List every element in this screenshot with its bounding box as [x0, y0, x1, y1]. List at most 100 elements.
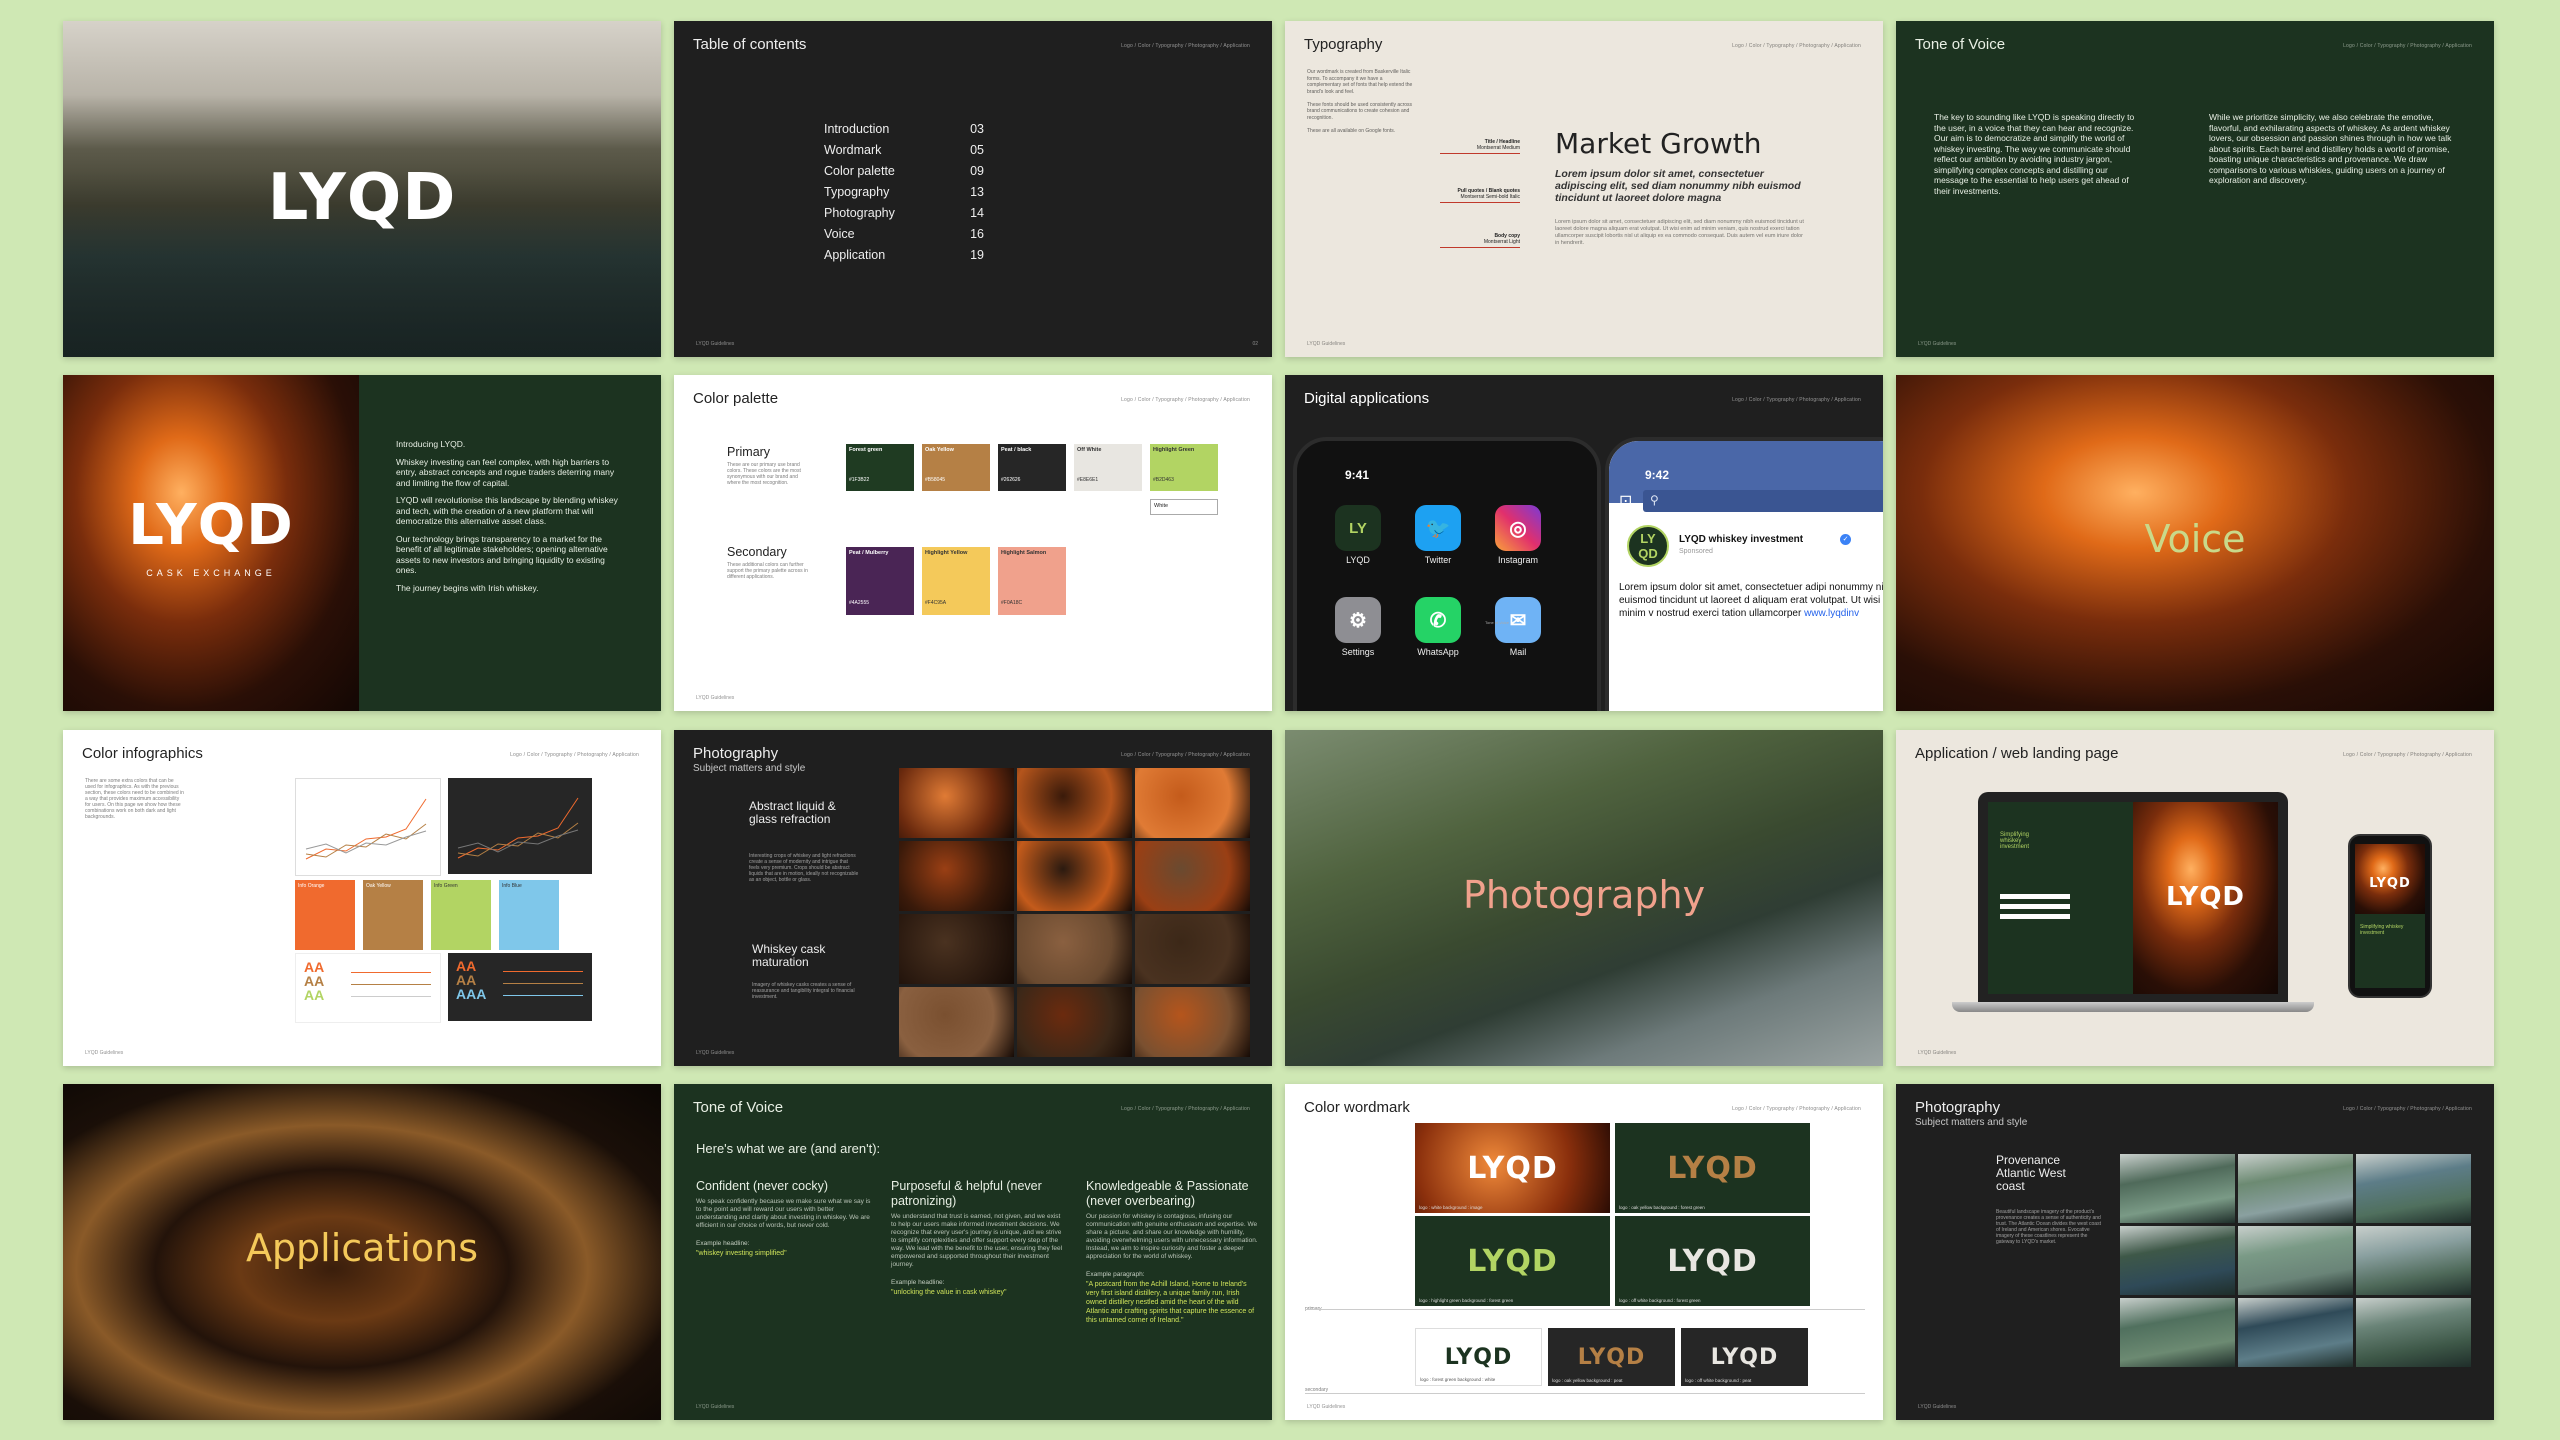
chip-name: Info Orange	[298, 883, 325, 889]
toc-item-page: 14	[970, 206, 984, 220]
slide-subtitle: Subject matters and style	[693, 763, 806, 774]
photo-tile	[1017, 768, 1132, 838]
toc-item-label: Photography	[824, 206, 895, 220]
slide-color-infographics[interactable]: Color infographics Logo / Color / Typogr…	[63, 730, 661, 1066]
toc-item-label: Color palette	[824, 164, 895, 178]
account-name[interactable]: LYQD whiskey investment	[1679, 534, 1803, 545]
slide-title: Color palette	[693, 390, 779, 407]
slide-title: Color infographics	[82, 745, 203, 762]
breadcrumb: Logo / Color / Typography / Photography …	[510, 752, 639, 758]
coast-photo-tile	[2120, 1154, 2235, 1223]
post-link[interactable]: www.lyqdinv	[1804, 608, 1859, 619]
breadcrumb: Logo / Color / Typography / Photography …	[1121, 752, 1250, 758]
avatar[interactable]: LY QD	[1627, 525, 1669, 567]
wordmark-variant: LYQD logo : oak yellow background : fores…	[1615, 1123, 1810, 1213]
toc-item-label: Voice	[824, 227, 855, 241]
slide-photography[interactable]: Photography	[1285, 730, 1883, 1066]
slide-voice[interactable]: Voice	[1896, 375, 2494, 711]
slide-title: Typography	[1304, 36, 1383, 53]
swatch-code: #B58045	[925, 477, 946, 483]
voice-column-heading: Knowledgeable & Passionate (never overbe…	[1086, 1179, 1249, 1208]
provenance-desc: Beautiful landscape imagery of the produ…	[1996, 1209, 2101, 1245]
voice-example: "unlocking the value in cask whiskey"	[891, 1289, 1007, 1296]
infographics-desc: There are some extra colors that can be …	[85, 778, 184, 820]
chip-name: Oak Yellow	[366, 883, 391, 889]
logo-tagline: CASK EXCHANGE	[146, 568, 276, 578]
breadcrumb: Logo / Color / Typography / Photography …	[1732, 397, 1861, 403]
info-chip: Info Green	[431, 880, 491, 950]
slide-web-landing[interactable]: Application / web landing page Logo / Co…	[1896, 730, 2494, 1066]
camera-icon[interactable]: ⊡	[1619, 491, 1632, 511]
photo-tile	[1135, 914, 1250, 984]
slide-tone-of-voice[interactable]: Tone of Voice Logo / Color / Typography …	[1896, 21, 2494, 357]
slide-title: Tone of Voice	[693, 1099, 784, 1116]
secondary-desc: These additional colors can further supp…	[727, 562, 808, 580]
app-label: WhatsApp	[1417, 647, 1459, 657]
subject-heading-2: Whiskey cask maturation	[752, 942, 826, 969]
subject-desc-2: Imagery of whiskey casks creates a sense…	[752, 982, 855, 1000]
wordmark-logo: LYQD	[1577, 1344, 1646, 1370]
swatch-name: Peat / Mulberry	[849, 550, 889, 556]
app-settings[interactable]: ⚙ Settings	[1332, 597, 1384, 657]
coast-photo-tile	[2238, 1226, 2353, 1295]
voice-heading: Here's what we are (and aren't):	[696, 1141, 881, 1156]
app-mail[interactable]: ✉ Mail	[1492, 597, 1544, 657]
app-label: Settings	[1341, 647, 1375, 657]
footer: LYQD Guidelines	[85, 1050, 124, 1056]
swatch-code: #B2D463	[1153, 477, 1174, 483]
intro-p1: Whiskey investing can feel complex, with…	[396, 456, 615, 488]
slide-typography[interactable]: Typography Logo / Color / Typography / P…	[1285, 21, 1883, 357]
photo-tile	[1017, 914, 1132, 984]
coast-photo-tile	[2356, 1226, 2471, 1295]
voice-column: Knowledgeable & Passionate (never overbe…	[1086, 1179, 1261, 1325]
slide-subtitle: Subject matters and style	[1915, 1117, 2028, 1128]
search-input[interactable]: ⚲	[1643, 490, 1883, 512]
breadcrumb: Logo / Color / Typography / Photography …	[1732, 1106, 1861, 1112]
subject-heading-1: Abstract liquid & glass refraction	[749, 799, 836, 826]
footer: LYQD Guidelines	[1918, 1404, 1957, 1410]
intro-p4: The journey begins with Irish whiskey.	[396, 582, 539, 593]
slide-color-wordmark[interactable]: Color wordmark Logo / Color / Typography…	[1285, 1084, 1883, 1420]
slide-photography-provenance[interactable]: Photography Subject matters and style Lo…	[1896, 1084, 2494, 1420]
swatch-name: Oak Yellow	[925, 447, 954, 453]
slide-color-palette[interactable]: Color palette Logo / Color / Typography …	[674, 375, 1272, 711]
breadcrumb: Logo / Color / Typography / Photography …	[1121, 1106, 1250, 1112]
slide-tone-of-voice-2[interactable]: Tone of Voice Logo / Color / Typography …	[674, 1084, 1272, 1420]
sample-headline: Market Growth	[1555, 127, 1762, 160]
coast-photo-tile	[2356, 1298, 2471, 1367]
info-chip: Info Blue	[499, 880, 559, 950]
subject-desc-1: Interesting crops of whiskey and light r…	[749, 853, 859, 883]
mobile-logo: LYQD	[2369, 876, 2411, 891]
slide-introduction[interactable]: LYQD CASK EXCHANGE Introducing LYQD. Whi…	[63, 375, 661, 711]
status-time-2: 9:42	[1645, 468, 1670, 482]
intro-text-2: These fonts should be used consistently …	[1307, 101, 1413, 121]
slide-table-of-contents[interactable]: Table of contents Logo / Color / Typogra…	[674, 21, 1272, 357]
mobile-frame: LYQD Simplifying whiskey investment	[2348, 834, 2432, 998]
app-twitter[interactable]: 🐦 Twitter	[1412, 505, 1464, 565]
intro-p3: Our technology brings transparency to a …	[396, 533, 608, 576]
wordmark-variant: LYQD logo : white background : image	[1415, 1123, 1610, 1213]
photo-tile	[899, 914, 1014, 984]
voice-column-body: Our passion for whiskey is contagious, i…	[1086, 1213, 1258, 1260]
voice-column: Purposeful & helpful (never patronizing)…	[891, 1179, 1066, 1297]
settings-icon: ⚙	[1335, 597, 1381, 643]
photo-tile	[1135, 841, 1250, 911]
app-instagram[interactable]: ◎ Instagram	[1492, 505, 1544, 565]
slide-cover[interactable]: LYQD	[63, 21, 661, 357]
slide-title: Application / web landing page	[1915, 745, 2119, 762]
intro-logo: LYQD	[128, 493, 294, 558]
phone-home-screen: 9:41 LY LYQD 🐦 Twitter ◎ Instagram ⚙ Settings ✆ W…	[1293, 437, 1601, 711]
app-whatsapp[interactable]: ✆ WhatsApp	[1412, 597, 1464, 657]
slide-applications[interactable]: Applications	[63, 1084, 661, 1420]
photography-title: Photography	[1462, 873, 1706, 917]
swatch-name: Highlight Yellow	[925, 550, 968, 556]
chip-name: Info Blue	[502, 883, 522, 889]
tone-caption: Tone of Voice	[1485, 620, 1510, 625]
app-lyqd[interactable]: LY LYQD	[1332, 505, 1384, 565]
voice-example: "A postcard from the Achill Island, Home…	[1086, 1281, 1255, 1324]
slide-photography-liquid[interactable]: Photography Subject matters and style Lo…	[674, 730, 1272, 1066]
breadcrumb: Logo / Color / Typography / Photography …	[2343, 1106, 2472, 1112]
toc-item-page: 19	[970, 248, 984, 262]
slide-digital-applications[interactable]: Digital applications Logo / Color / Typo…	[1285, 375, 1883, 711]
wordmark-variant: LYQD logo : forest green background : whi…	[1415, 1328, 1542, 1386]
